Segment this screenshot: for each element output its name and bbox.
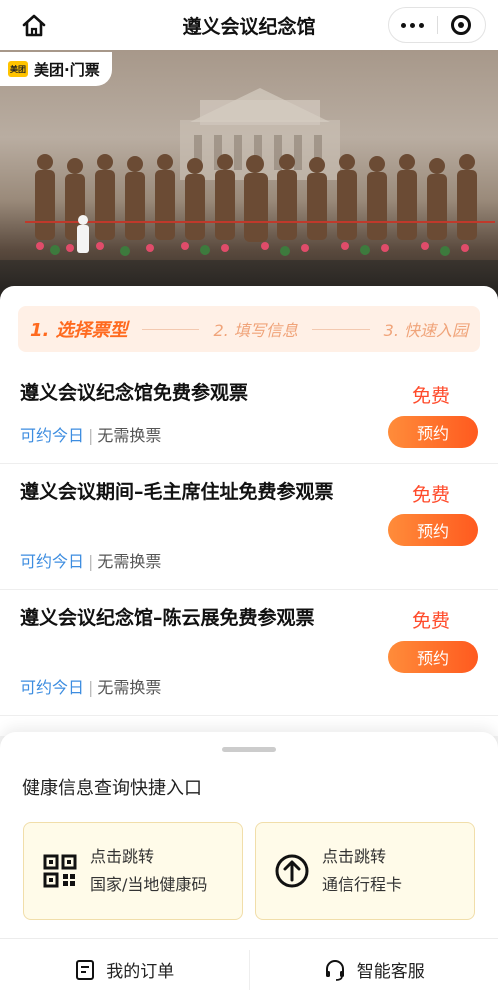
booking-steps: 1. 选择票型 2. 填写信息 3. 快速入园 xyxy=(18,306,480,352)
ticket-item[interactable]: 遵义会议纪念馆免费参观票 免费 预约 可约今日 | 无需换票 xyxy=(0,364,498,464)
ticket-item[interactable]: 遵义会议纪念馆–陈云展免费参观票 免费 预约 可约今日 | 无需换票 xyxy=(0,590,498,716)
my-orders-button[interactable]: 我的订单 xyxy=(0,939,249,1000)
ticket-tags: 可约今日 | 无需换票 xyxy=(20,674,161,698)
smart-service-label: 智能客服 xyxy=(356,962,425,982)
tag-no-exchange: 无需换票 xyxy=(97,552,162,571)
ticket-name: 遵义会议纪念馆–陈云展免费参观票 xyxy=(20,607,315,629)
my-orders-label: 我的订单 xyxy=(106,962,175,982)
tag-available-today: 可约今日 xyxy=(20,426,85,445)
ticket-price: 免费 xyxy=(411,484,450,506)
smart-service-button[interactable]: 智能客服 xyxy=(250,939,498,1000)
step-select-ticket: 1. 选择票型 xyxy=(30,320,128,341)
reserve-button[interactable]: 预约 xyxy=(388,416,478,448)
reserve-button[interactable]: 预约 xyxy=(388,641,478,673)
step-divider xyxy=(141,328,200,330)
sheet-drag-handle[interactable] xyxy=(222,747,276,752)
miniprogram-capsule xyxy=(388,7,486,43)
ticket-tags: 可约今日 | 无需换票 xyxy=(20,422,161,446)
meituan-brand-badge: 美团 美团·门票 xyxy=(0,52,112,86)
tag-no-exchange: 无需换票 xyxy=(97,426,162,445)
tag-available-today: 可约今日 xyxy=(20,678,85,697)
ticket-item[interactable]: 遵义会议期间–毛主席住址免费参观票 免费 预约 可约今日 | 无需换票 xyxy=(0,464,498,590)
more-options-icon[interactable] xyxy=(389,8,437,42)
travel-card-text: 点击跳转 通信行程卡 xyxy=(322,843,402,899)
tag-separator: | xyxy=(88,552,94,571)
ticket-price: 免费 xyxy=(411,385,450,407)
health-code-card[interactable]: 点击跳转 国家/当地健康码 xyxy=(23,822,243,920)
order-list-icon xyxy=(76,959,95,980)
ticket-name: 遵义会议期间–毛主席住址免费参观票 xyxy=(20,481,334,503)
statue-group-image xyxy=(25,154,495,256)
arrow-up-circle-icon xyxy=(275,854,309,888)
travel-card-line1: 点击跳转 xyxy=(322,847,387,866)
step-quick-entry: 3. 快速入园 xyxy=(383,321,469,340)
health-code-line1: 点击跳转 xyxy=(90,847,155,866)
health-code-text: 点击跳转 国家/当地健康码 xyxy=(90,843,207,899)
tag-separator: | xyxy=(88,678,94,697)
bottom-action-bar: 我的订单 智能客服 xyxy=(0,938,498,1000)
close-miniprogram-icon[interactable] xyxy=(437,8,485,42)
tag-no-exchange: 无需换票 xyxy=(97,678,162,697)
reserve-button[interactable]: 预约 xyxy=(388,514,478,546)
step-fill-info: 2. 填写信息 xyxy=(213,321,298,340)
top-navbar: 遵义会议纪念馆 xyxy=(0,0,498,50)
travel-card-card[interactable]: 点击跳转 通信行程卡 xyxy=(255,822,475,920)
ticket-price: 免费 xyxy=(411,610,450,632)
ticket-panel: 1. 选择票型 2. 填写信息 3. 快速入园 遵义会议纪念馆免费参观票 免费 … xyxy=(0,286,498,736)
step-divider xyxy=(311,328,370,330)
page-title: 遵义会议纪念馆 xyxy=(182,15,316,38)
tag-separator: | xyxy=(88,426,94,445)
qr-code-icon xyxy=(43,854,77,888)
health-code-line2: 国家/当地健康码 xyxy=(90,875,208,894)
ticket-tags: 可约今日 | 无需换票 xyxy=(20,548,161,572)
hero-image: 美团 美团·门票 xyxy=(0,50,498,300)
health-info-sheet: 健康信息查询快捷入口 点击跳转 国家/当地健康码 点击跳转 通信行程卡 xyxy=(0,732,498,938)
brand-label: 美团·门票 xyxy=(34,60,100,79)
headset-icon xyxy=(325,959,344,981)
meituan-logo-icon: 美团 xyxy=(8,61,28,77)
ticket-name: 遵义会议纪念馆免费参观票 xyxy=(20,382,249,404)
home-icon[interactable] xyxy=(20,12,48,40)
travel-card-line2: 通信行程卡 xyxy=(322,875,403,894)
tag-available-today: 可约今日 xyxy=(20,552,85,571)
health-sheet-title: 健康信息查询快捷入口 xyxy=(22,778,202,799)
